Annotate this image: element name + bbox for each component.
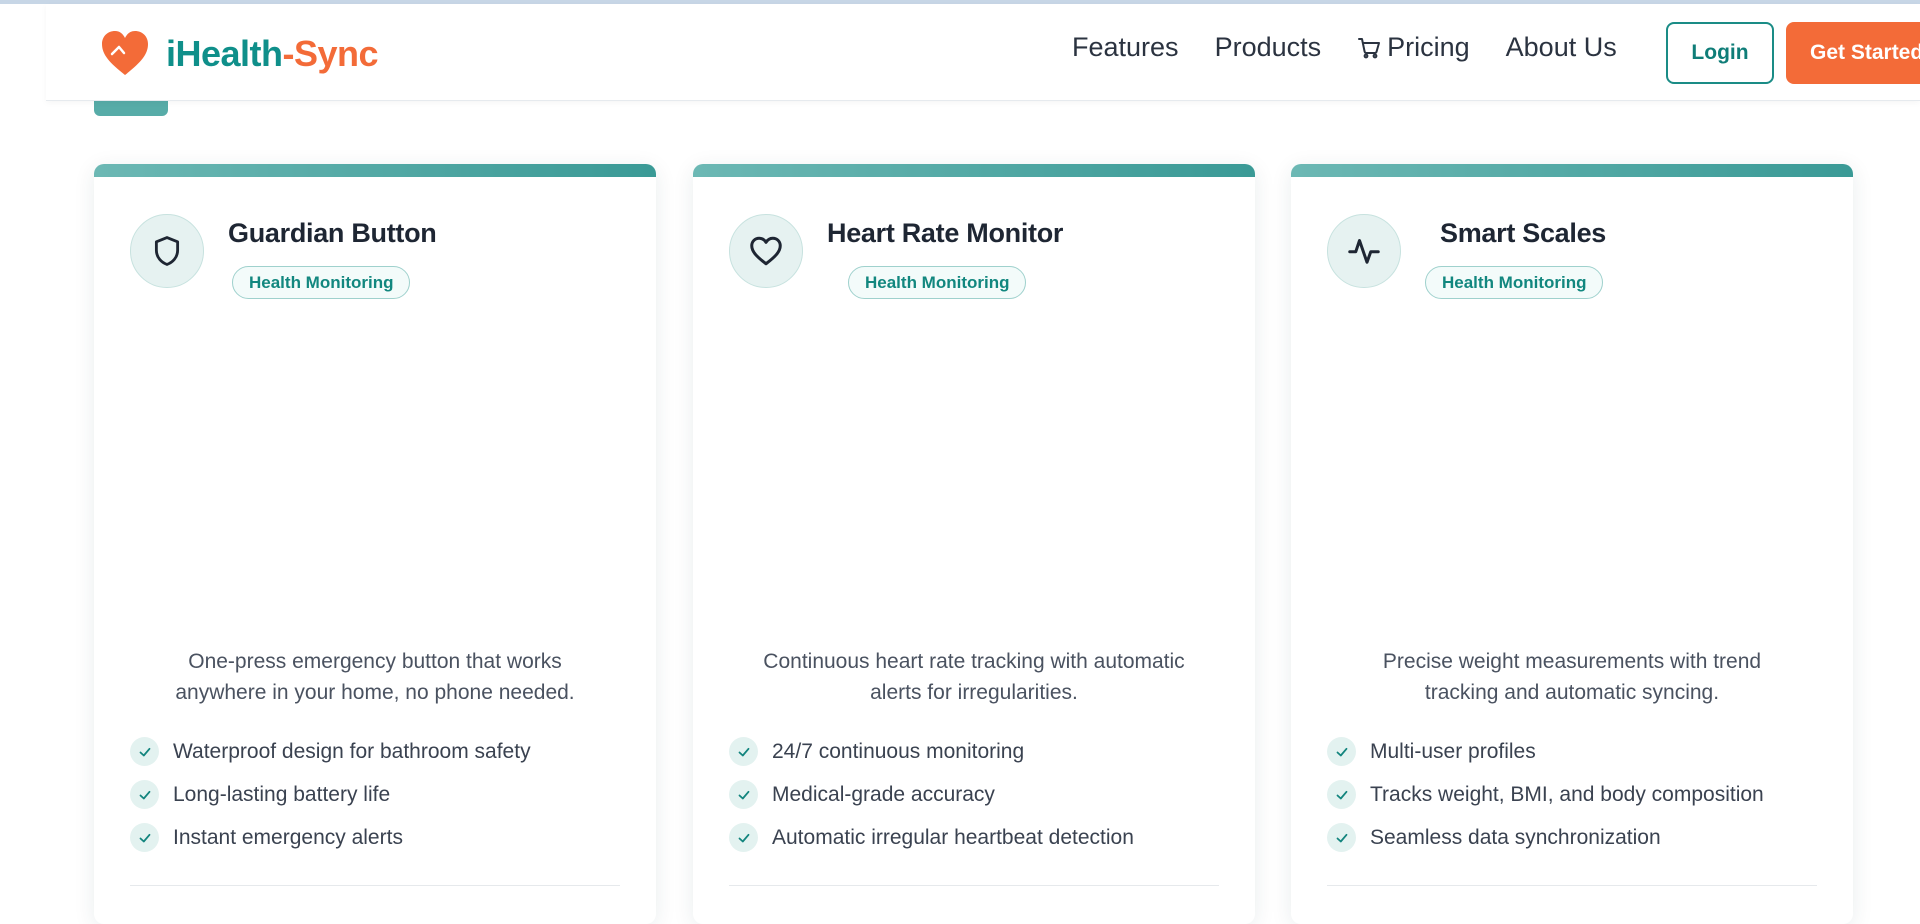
- card-title: Guardian Button: [228, 218, 437, 248]
- category-badge: Health Monitoring: [232, 266, 411, 299]
- brand-logo[interactable]: iHealth-Sync: [100, 30, 379, 78]
- check-icon: [130, 780, 159, 809]
- list-item: Multi-user profiles: [1327, 730, 1764, 773]
- card-accent-bar: [94, 164, 656, 177]
- brand-name: iHealth-Sync: [166, 33, 379, 74]
- product-card-heart-rate-monitor: Heart Rate Monitor Health Monitoring Con…: [693, 164, 1255, 924]
- feature-list: Waterproof design for bathroom safety Lo…: [130, 730, 531, 859]
- nav-features[interactable]: Features: [1072, 32, 1179, 63]
- check-icon: [729, 737, 758, 766]
- login-button[interactable]: Login: [1666, 22, 1774, 84]
- product-card-guardian-button: Guardian Button Health Monitoring One-pr…: [94, 164, 656, 924]
- feature-label: Tracks weight, BMI, and body composition: [1370, 782, 1764, 806]
- list-item: Automatic irregular heartbeat detection: [729, 816, 1134, 859]
- feature-label: 24/7 continuous monitoring: [772, 739, 1025, 763]
- card-divider: [729, 885, 1219, 886]
- list-item: Waterproof design for bathroom safety: [130, 730, 531, 773]
- main-nav: Features Products Pricing About Us: [1072, 32, 1653, 63]
- list-item: 24/7 continuous monitoring: [729, 730, 1134, 773]
- nav-products[interactable]: Products: [1215, 32, 1322, 63]
- category-badge: Health Monitoring: [848, 266, 1027, 299]
- card-divider: [1327, 885, 1817, 886]
- feature-label: Multi-user profiles: [1370, 739, 1536, 763]
- feature-list: Multi-user profiles Tracks weight, BMI, …: [1327, 730, 1764, 859]
- card-description: One-press emergency button that works an…: [175, 650, 575, 704]
- card-title: Heart Rate Monitor: [827, 218, 1064, 248]
- check-icon: [130, 737, 159, 766]
- feature-label: Waterproof design for bathroom safety: [173, 739, 531, 763]
- card-title: Smart Scales: [1440, 218, 1607, 248]
- check-icon: [729, 823, 758, 852]
- nav-pricing[interactable]: Pricing: [1357, 32, 1470, 63]
- product-card-smart-scales: Smart Scales Health Monitoring Precise w…: [1291, 164, 1853, 924]
- list-item: Tracks weight, BMI, and body composition: [1327, 773, 1764, 816]
- check-icon: [1327, 737, 1356, 766]
- card-accent-bar: [693, 164, 1255, 177]
- list-item: Medical-grade accuracy: [729, 773, 1134, 816]
- feature-label: Seamless data synchronization: [1370, 825, 1661, 849]
- get-started-button[interactable]: Get Started: [1786, 22, 1920, 84]
- heart-icon: [729, 214, 803, 288]
- heart-logo-icon: [102, 31, 148, 75]
- list-item: Seamless data synchronization: [1327, 816, 1764, 859]
- card-description: Continuous heart rate tracking with auto…: [763, 650, 1185, 704]
- activity-icon: [1327, 214, 1401, 288]
- check-icon: [1327, 823, 1356, 852]
- list-item: Long-lasting battery life: [130, 773, 531, 816]
- card-divider: [130, 885, 620, 886]
- check-icon: [1327, 780, 1356, 809]
- cart-icon: [1358, 37, 1381, 58]
- feature-label: Automatic irregular heartbeat detection: [772, 825, 1134, 849]
- check-icon: [130, 823, 159, 852]
- list-item: Instant emergency alerts: [130, 816, 531, 859]
- feature-label: Medical-grade accuracy: [772, 782, 995, 806]
- card-description: Precise weight measurements with trend t…: [1382, 650, 1762, 704]
- nav-pricing-label: Pricing: [1387, 32, 1470, 62]
- check-icon: [729, 780, 758, 809]
- site-header: iHealth-Sync Features Products Pricing A…: [46, 4, 1920, 101]
- category-badge: Health Monitoring: [1425, 266, 1604, 299]
- feature-list: 24/7 continuous monitoring Medical-grade…: [729, 730, 1134, 859]
- nav-about-us[interactable]: About Us: [1506, 32, 1617, 63]
- card-accent-bar: [1291, 164, 1853, 177]
- shield-icon: [130, 214, 204, 288]
- feature-label: Long-lasting battery life: [173, 782, 391, 806]
- feature-label: Instant emergency alerts: [173, 825, 403, 849]
